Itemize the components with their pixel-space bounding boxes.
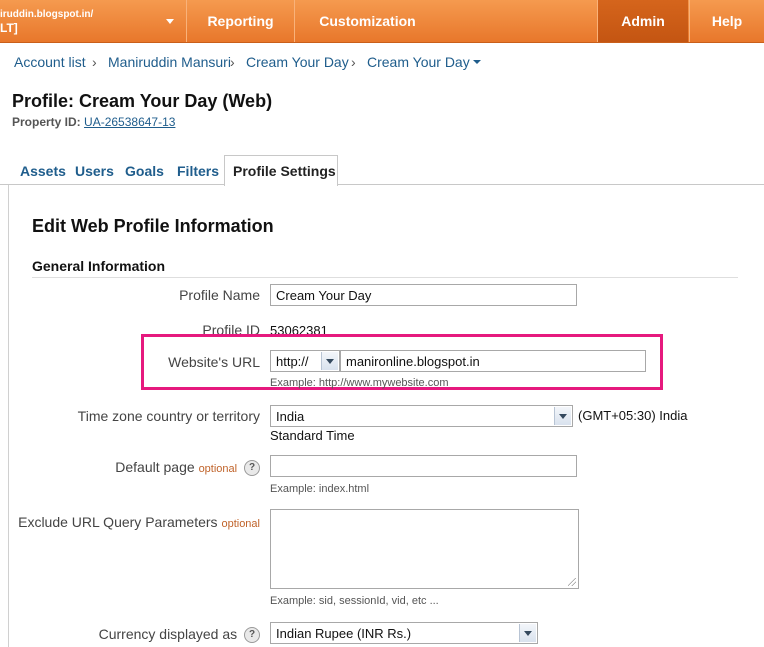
- timezone-description: (GMT+05:30) India: [578, 408, 688, 423]
- page-title: Profile: Cream Your Day (Web): [12, 91, 273, 111]
- nav-admin[interactable]: Admin: [598, 0, 688, 42]
- breadcrumb-separator: ›: [230, 54, 235, 70]
- currency-label: Currency displayed as ?: [98, 626, 260, 644]
- timezone-value: India: [276, 409, 305, 424]
- website-url-label: Website's URL: [168, 354, 260, 370]
- property-id-link[interactable]: UA-26538647-13: [84, 115, 175, 129]
- breadcrumb-profile[interactable]: Cream Your Day: [367, 54, 470, 70]
- timezone-description-cont: Standard Time: [270, 428, 355, 443]
- property-id-label: Property ID:: [12, 115, 81, 129]
- account-selector[interactable]: iruddin.blogspot.in/ LT]: [0, 0, 186, 42]
- tab-assets[interactable]: Assets: [20, 163, 66, 179]
- account-name: LT]: [0, 21, 18, 35]
- currency-label-text: Currency displayed as: [98, 626, 238, 642]
- tab-goals[interactable]: Goals: [125, 163, 164, 179]
- exclude-params-label: Exclude URL Query Parameters optional: [18, 514, 260, 530]
- nav-reporting[interactable]: Reporting: [187, 0, 294, 42]
- resize-grip-icon[interactable]: [568, 578, 576, 586]
- tab-filters[interactable]: Filters: [177, 163, 219, 179]
- timezone-select[interactable]: India: [270, 405, 573, 427]
- profile-name-label: Profile Name: [179, 287, 260, 303]
- tab-profile-settings[interactable]: Profile Settings: [233, 163, 336, 179]
- chevron-down-icon[interactable]: [473, 60, 481, 64]
- timezone-label: Time zone country or territory: [77, 408, 260, 424]
- property-id-row: Property ID: UA-26538647-13: [12, 115, 175, 129]
- breadcrumb-property[interactable]: Cream Your Day: [246, 54, 349, 70]
- exclude-params-textarea[interactable]: [270, 509, 579, 589]
- form-heading: Edit Web Profile Information: [32, 216, 274, 236]
- default-page-input[interactable]: [270, 455, 577, 477]
- section-heading: General Information: [32, 258, 166, 274]
- protocol-select[interactable]: http://: [270, 350, 340, 372]
- nav-customization[interactable]: Customization: [295, 0, 440, 42]
- breadcrumb-separator: ›: [351, 54, 356, 70]
- account-url: iruddin.blogspot.in/: [0, 9, 94, 20]
- tab-users[interactable]: Users: [75, 163, 114, 179]
- help-icon[interactable]: ?: [244, 460, 260, 477]
- exclude-params-label-text: Exclude URL Query Parameters: [18, 514, 218, 530]
- breadcrumb-separator: ›: [92, 54, 97, 70]
- breadcrumb-account[interactable]: Maniruddin Mansuri: [108, 54, 231, 70]
- help-icon[interactable]: ?: [244, 627, 260, 644]
- default-page-label-text: Default page: [115, 459, 195, 475]
- currency-select[interactable]: Indian Rupee (INR Rs.): [270, 622, 538, 644]
- chevron-down-icon: [166, 19, 174, 24]
- section-divider: [32, 277, 738, 278]
- chevron-down-icon: [321, 352, 338, 370]
- chevron-down-icon: [519, 624, 536, 642]
- default-page-label: Default page optional ?: [115, 459, 260, 477]
- website-url-input[interactable]: [340, 350, 646, 372]
- top-nav-bar: iruddin.blogspot.in/ LT] Reporting Custo…: [0, 0, 764, 43]
- website-url-hint: Example: http://www.mywebsite.com: [270, 377, 449, 389]
- optional-tag: optional: [221, 518, 260, 530]
- breadcrumb-account-list[interactable]: Account list: [14, 54, 86, 70]
- nav-help[interactable]: Help: [690, 0, 764, 42]
- exclude-params-hint: Example: sid, sessionId, vid, etc ...: [270, 595, 439, 607]
- profile-name-input[interactable]: [270, 284, 577, 306]
- default-page-hint: Example: index.html: [270, 483, 370, 495]
- optional-tag: optional: [198, 463, 238, 475]
- protocol-value: http://: [276, 354, 309, 369]
- chevron-down-icon: [554, 407, 571, 425]
- currency-value: Indian Rupee (INR Rs.): [276, 626, 412, 641]
